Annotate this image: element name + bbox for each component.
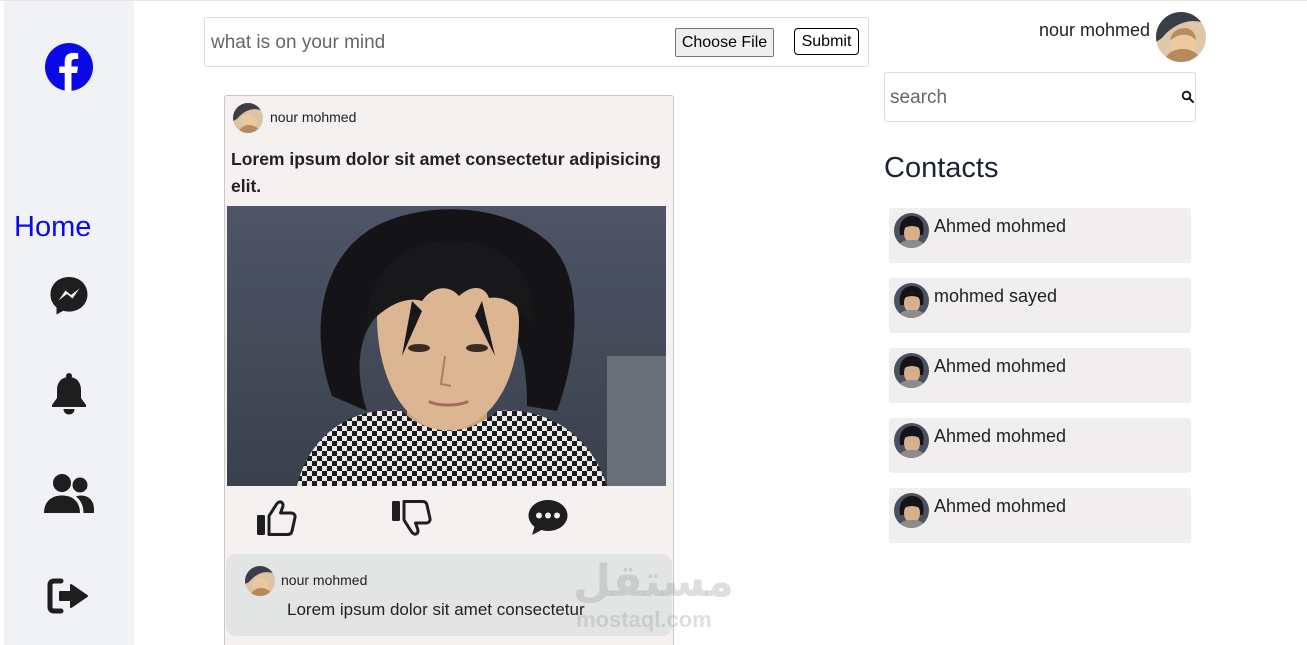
messenger-icon[interactable] — [42, 273, 96, 319]
comment-text: Lorem ipsum dolor sit amet consectetur — [287, 600, 585, 619]
contacts-title: Contacts — [884, 152, 999, 184]
users-icon[interactable] — [42, 471, 96, 517]
current-user-name: nour mohmed — [1039, 20, 1151, 40]
facebook-icon[interactable] — [44, 42, 94, 92]
post-input[interactable] — [211, 29, 651, 57]
contact-item[interactable]: Ahmed mohmed — [889, 488, 1191, 543]
search-icon[interactable] — [1181, 90, 1195, 104]
watermark: مستقل — [573, 557, 734, 606]
contact-item[interactable]: Ahmed mohmed — [889, 208, 1191, 263]
sidebar: Home — [4, 1, 134, 645]
watermark-url: mostaql.com — [576, 607, 712, 632]
post-text: Lorem ipsum dolor sit amet consectetur a… — [231, 149, 661, 196]
choose-file-button[interactable]: Choose File — [675, 28, 774, 57]
thumbs-up-icon[interactable] — [253, 496, 299, 540]
search-input[interactable] — [890, 85, 1170, 111]
current-user-avatar[interactable] — [1156, 12, 1206, 62]
post-author: nour mohmed — [270, 109, 357, 125]
search-box — [884, 72, 1196, 122]
contact-name: mohmed sayed — [934, 286, 1058, 306]
contact-name: Ahmed mohmed — [934, 426, 1067, 446]
submit-button[interactable]: Submit — [794, 28, 859, 55]
contact-avatar — [894, 423, 929, 458]
contact-name: Ahmed mohmed — [934, 216, 1067, 236]
contact-avatar — [894, 353, 929, 388]
contact-name: Ahmed mohmed — [934, 356, 1067, 376]
contact-item[interactable]: mohmed sayed — [889, 278, 1191, 333]
thumbs-down-icon[interactable] — [388, 496, 434, 540]
contact-item[interactable]: Ahmed mohmed — [889, 418, 1191, 473]
nav-home[interactable]: Home — [14, 211, 91, 244]
contact-item[interactable]: Ahmed mohmed — [889, 348, 1191, 403]
page: Home what is on your mind Choose File Su… — [0, 0, 1307, 645]
comment-author: nour mohmed — [281, 572, 368, 588]
post-photo — [227, 206, 666, 486]
comment-author-avatar — [245, 566, 275, 596]
post-composer: Choose File Submit — [204, 17, 869, 67]
contact-avatar — [894, 213, 929, 248]
logout-icon[interactable] — [42, 573, 96, 619]
contact-avatar — [894, 493, 929, 528]
post-author-avatar — [233, 103, 263, 133]
contact-name: Ahmed mohmed — [934, 496, 1067, 516]
contact-avatar — [894, 283, 929, 318]
bell-icon[interactable] — [42, 371, 96, 417]
comment-icon[interactable] — [525, 496, 571, 540]
